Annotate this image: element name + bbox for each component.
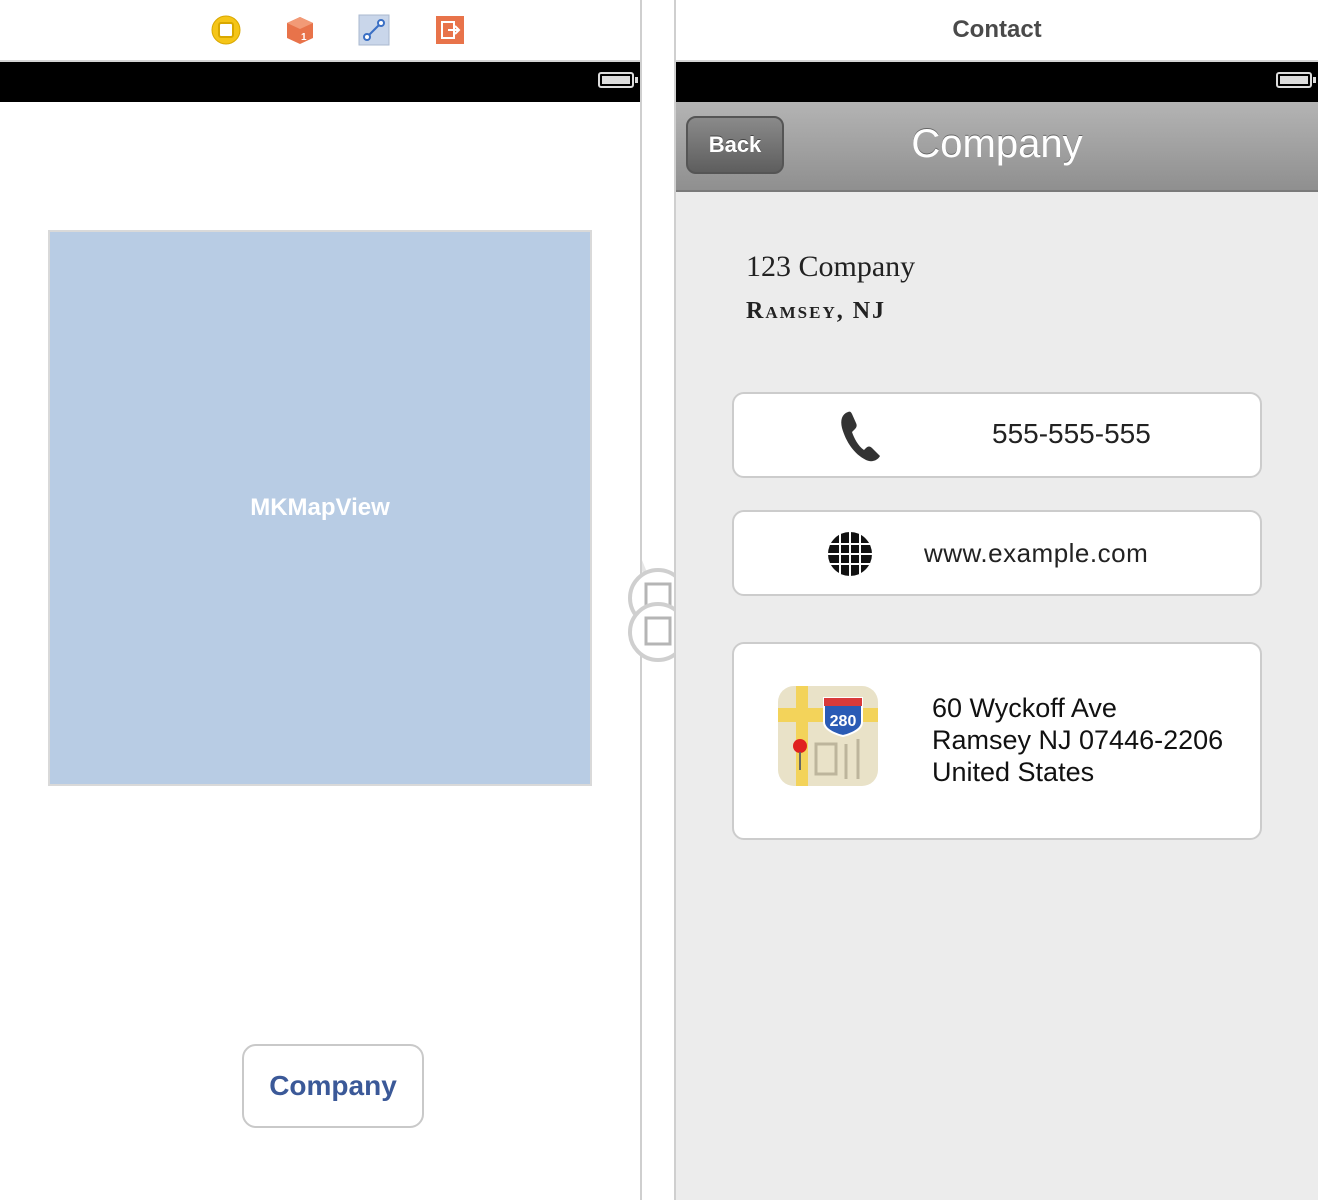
map-scene: 1 MKMapView Company xyxy=(0,0,642,1200)
company-city: Ramsey, NJ xyxy=(746,298,887,324)
battery-icon xyxy=(1276,72,1316,88)
maps-app-icon: 280 xyxy=(778,686,878,786)
website-url: www.example.com xyxy=(924,538,1149,568)
status-bar-contact xyxy=(676,62,1318,102)
contact-content: 123 Company Ramsey, NJ 555-555-555 www.e… xyxy=(676,192,1318,1200)
segue-icon[interactable] xyxy=(358,14,390,46)
address-text: 60 Wyckoff Ave Ramsey NJ 07446-2206 Unit… xyxy=(932,692,1223,788)
view-controller-icon[interactable] xyxy=(210,14,242,46)
scene-title: Contact xyxy=(952,16,1042,43)
navigation-bar: Company Back xyxy=(676,102,1318,192)
status-bar xyxy=(0,62,640,102)
map-view[interactable]: MKMapView xyxy=(48,230,592,786)
company-button-label: Company xyxy=(269,1070,397,1101)
first-responder-icon[interactable]: 1 xyxy=(284,14,316,46)
phone-button[interactable]: 555-555-555 xyxy=(732,392,1262,478)
contact-scene: Contact Company Back 123 Company Ramsey,… xyxy=(674,0,1318,1200)
battery-icon xyxy=(598,72,638,88)
scene-dock-contact: Contact xyxy=(676,0,1318,62)
back-button-label: Back xyxy=(708,132,762,157)
back-button[interactable]: Back xyxy=(686,116,784,174)
company-name: 123 Company xyxy=(746,250,916,283)
map-view-label: MKMapView xyxy=(250,494,390,521)
globe-icon xyxy=(828,532,872,576)
address-line-2: Ramsey NJ 07446-2206 xyxy=(932,725,1224,755)
exit-icon[interactable] xyxy=(434,14,466,46)
scene-dock: 1 xyxy=(0,0,640,62)
address-line-1: 60 Wyckoff Ave xyxy=(932,693,1117,723)
website-button[interactable]: www.example.com xyxy=(732,510,1262,596)
svg-text:1: 1 xyxy=(301,32,307,43)
phone-icon xyxy=(841,411,880,462)
address-line-3: United States xyxy=(932,757,1095,787)
route-shield-number: 280 xyxy=(830,713,857,730)
company-button[interactable]: Company xyxy=(242,1044,424,1128)
address-button[interactable]: 280 60 Wyckoff Ave Ramsey NJ 07446-2206 … xyxy=(732,642,1262,840)
phone-number: 555-555-555 xyxy=(992,418,1151,449)
